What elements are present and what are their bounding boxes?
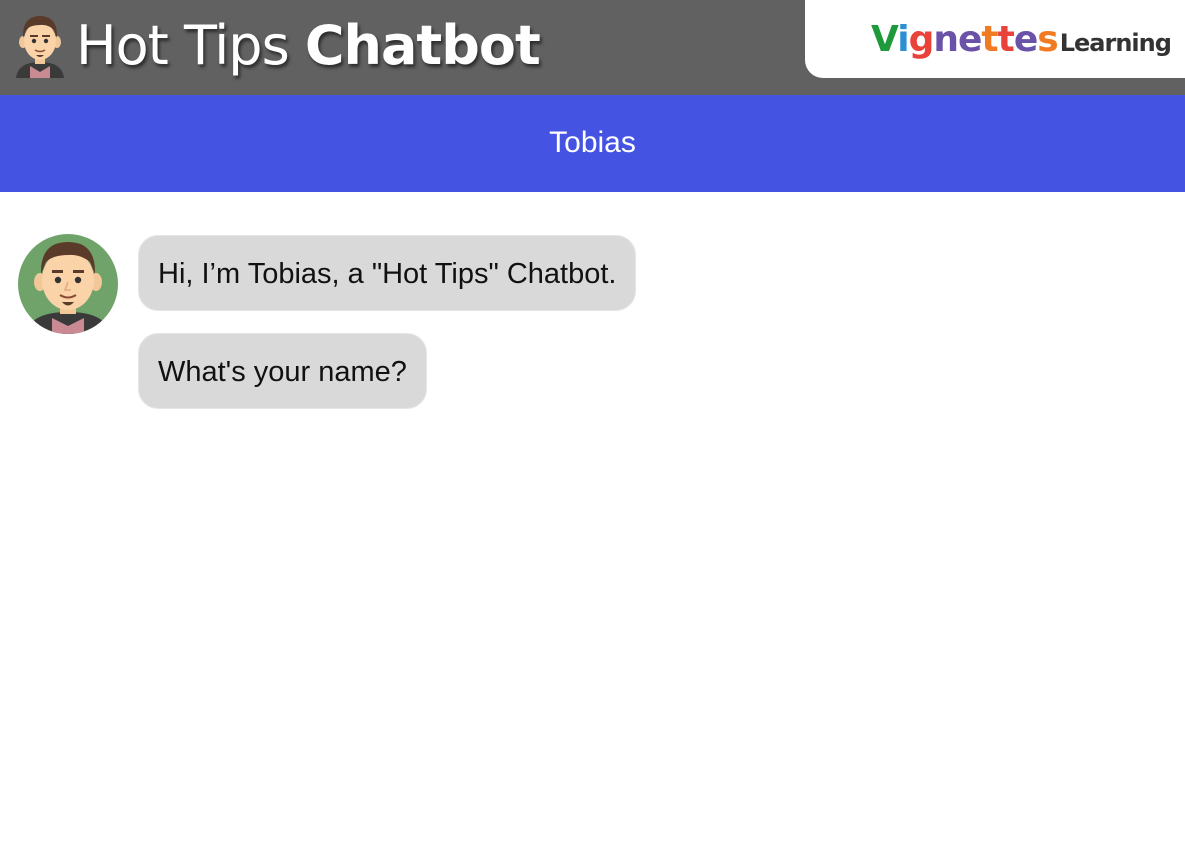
app-title-part2: Chatbot (304, 13, 541, 77)
logo-letter: e (1013, 18, 1038, 60)
logo-letter: n (933, 18, 959, 60)
company-logo-box: Vignettes Learning (805, 0, 1185, 78)
logo-letter: t (997, 18, 1015, 60)
vignettes-learning-logo: Vignettes Learning (871, 18, 1172, 60)
logo-letter: g (908, 18, 935, 60)
bot-message-text: Hi, I’m Tobias, a "Hot Tips" Chatbot. (158, 258, 617, 290)
app-title: Hot Tips Chatbot (76, 13, 541, 77)
bot-message-bubble: What's your name? (138, 333, 427, 409)
logo-letter: e (958, 18, 982, 60)
bot-avatar (18, 234, 118, 334)
chat-header-name: Tobias (549, 126, 636, 159)
app-title-part1: Hot Tips (76, 13, 290, 77)
logo-letter: i (897, 18, 909, 60)
bot-face-icon (16, 16, 64, 78)
bot-message-bubble: Hi, I’m Tobias, a "Hot Tips" Chatbot. (138, 235, 637, 311)
logo-word-learning: Learning (1059, 28, 1172, 57)
logo-word-vignettes: Vignettes (871, 18, 1059, 60)
logo-letter: V (871, 18, 898, 60)
chat-header: Tobias (0, 95, 1185, 192)
logo-letter: s (1037, 18, 1058, 60)
app-header: Hot Tips Chatbot Vignettes Learning (0, 0, 1185, 95)
chat-area: Hi, I’m Tobias, a "Hot Tips" Chatbot. Wh… (0, 192, 1185, 841)
bot-message-text: What's your name? (158, 356, 407, 388)
logo-letter: t (981, 18, 998, 60)
brand: Hot Tips Chatbot (14, 10, 541, 80)
